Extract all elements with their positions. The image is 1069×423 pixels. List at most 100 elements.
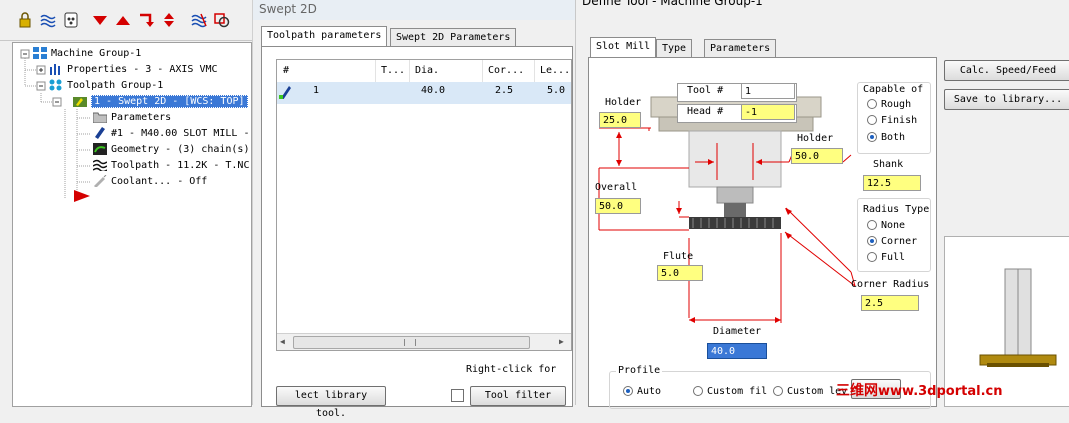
tool-row-icon <box>279 85 291 102</box>
corner-radius-field[interactable]: 2.5 <box>861 295 919 311</box>
wave-icon[interactable] <box>39 11 57 29</box>
tree-item-geometry[interactable]: Geometry - (3) chain(s) <box>93 142 249 157</box>
tool-filter-checkbox[interactable] <box>451 389 464 402</box>
tab-parameters[interactable]: Parameters <box>704 39 777 58</box>
tree-item-label: Toolpath - 11.2K - T.NC <box>111 160 250 171</box>
capable-finish-radio[interactable]: Finish <box>867 115 917 127</box>
radius-corner-radio[interactable]: Corner <box>867 236 917 248</box>
capable-rough-radio[interactable]: Rough <box>867 99 911 111</box>
scroll-right-icon[interactable]: ▶ <box>559 337 564 346</box>
radio-label: Finish <box>881 115 918 126</box>
holder-diameter-field[interactable]: 50.0 <box>791 148 843 164</box>
tree-item-tool[interactable]: #1 - M40.00 SLOT MILL - <box>93 126 249 141</box>
radio-label: Full <box>881 252 906 263</box>
tool-number-field[interactable]: 1 <box>741 83 795 99</box>
column-header-type[interactable]: T... <box>375 60 410 82</box>
tree-item-label: Parameters <box>111 112 172 123</box>
machine-group-icon <box>33 47 47 59</box>
tree-item-parameters[interactable]: Parameters <box>92 110 172 125</box>
tool-preview <box>944 236 1069 407</box>
lock-icon[interactable] <box>16 11 34 29</box>
tab-slot-mill[interactable]: Slot Mill <box>590 37 657 58</box>
column-header-length[interactable]: Le... <box>534 60 571 82</box>
column-header-diameter[interactable]: Dia. <box>409 60 483 82</box>
tab-swept-2d-parameters[interactable]: Swept 2D Parameters <box>390 28 517 47</box>
radio-label: Corner <box>881 236 918 247</box>
tree-item-machine-group[interactable]: Machine Group-1 <box>33 46 141 61</box>
overall-length-label: Overall <box>595 182 638 193</box>
tree-item-label: Geometry - (3) chain(s) <box>111 144 250 155</box>
calc-speed-feed-button[interactable]: Calc. Speed/Feed <box>944 60 1069 81</box>
shape-icon[interactable] <box>213 11 231 29</box>
select-library-tool-button[interactable]: lect library tool. <box>276 386 386 419</box>
tree-item-toolpath-group[interactable]: Toolpath Group-1 <box>49 78 163 93</box>
radio-icon <box>693 386 703 396</box>
triangle-down-icon[interactable] <box>91 11 109 29</box>
flute-length-field[interactable]: 5.0 <box>657 265 703 281</box>
wave-select-icon[interactable] <box>190 11 208 29</box>
tree-item-coolant[interactable]: Coolant... - Off <box>93 174 207 189</box>
tree-item-label: 1 - Swept 2D - [WCS: TOP] <box>91 95 248 108</box>
column-header-number[interactable]: # <box>277 60 376 82</box>
swept-2d-dialog: Swept 2D Toolpath parameters Swept 2D Pa… <box>252 0 581 419</box>
head-number-label: Head # <box>687 106 724 117</box>
tab-type[interactable]: Type <box>656 39 693 58</box>
table-cell: 40.0 <box>421 85 446 96</box>
holder-length-field[interactable]: 25.0 <box>599 112 641 128</box>
corner-radius-label: Corner Radius <box>851 279 930 290</box>
radius-full-radio[interactable]: Full <box>867 252 905 264</box>
flute-length-label: Flute <box>663 251 694 262</box>
save-to-library-button[interactable]: Save to library... <box>944 89 1069 110</box>
radio-selected-icon <box>867 132 877 142</box>
horizontal-scrollbar[interactable]: ◀ ▶ <box>277 333 571 350</box>
grip-icon <box>404 339 416 346</box>
table-cell: 1 <box>313 85 320 96</box>
shank-diameter-label: Shank <box>873 159 904 170</box>
geometry-icon <box>93 143 107 155</box>
right-click-hint: Right-click for <box>466 364 557 375</box>
tree-item-properties[interactable]: Properties - 3 - AXIS VMC <box>49 62 218 77</box>
column-header-corner[interactable]: Cor... <box>482 60 535 82</box>
overall-length-field[interactable]: 50.0 <box>595 198 641 214</box>
insert-arrow-icon[interactable] <box>73 189 91 206</box>
holder-length-label: Holder <box>605 97 642 108</box>
tree-item-label: #1 - M40.00 SLOT MILL - <box>111 128 250 139</box>
toolpath-icon <box>92 159 108 173</box>
tool-filter-button[interactable]: Tool filter <box>470 386 566 406</box>
triangle-up-icon[interactable] <box>114 11 132 29</box>
ghost-icon[interactable] <box>62 11 80 29</box>
profile-auto-radio[interactable]: Auto <box>623 386 661 398</box>
table-cell: 5.0 <box>547 85 566 96</box>
operation-folder-icon <box>73 95 87 107</box>
tree-item-toolpath[interactable]: Toolpath - 11.2K - T.NC <box>92 158 250 173</box>
shank-diameter-field[interactable]: 12.5 <box>863 175 921 191</box>
head-number-field[interactable]: -1 <box>741 104 795 120</box>
tool-list-table[interactable]: # T... Dia. Cor... Le... 1 40.0 2.5 5.0 … <box>276 59 572 351</box>
tree-item-operation-selected[interactable]: 1 - Swept 2D - [WCS: TOP] <box>73 94 248 109</box>
operations-tree[interactable]: Machine Group-1 Properties - 3 - AXIS VM… <box>12 42 252 407</box>
coolant-icon <box>93 174 107 188</box>
scroll-left-icon[interactable]: ◀ <box>280 337 285 346</box>
table-cell: 2.5 <box>495 85 514 96</box>
holder-diameter-label: Holder <box>797 133 834 144</box>
profile-custom-fil-radio[interactable]: Custom fil <box>693 386 767 398</box>
radius-type-title: Radius Type <box>863 204 930 215</box>
scroll-thumb[interactable] <box>293 336 530 349</box>
properties-icon <box>49 63 63 75</box>
tree-item-label: Toolpath Group-1 <box>67 80 164 91</box>
slot-mill-page: Tool # 1 Head # -1 Holder 25.0 Holder 50… <box>588 57 937 409</box>
tool-preview-image <box>979 268 1057 367</box>
diameter-label: Diameter <box>713 326 762 337</box>
table-row[interactable]: 1 40.0 2.5 5.0 <box>277 82 571 104</box>
radio-selected-icon <box>623 386 633 396</box>
tool-number-label: Tool # <box>687 85 724 96</box>
return-arrow-icon[interactable] <box>137 11 155 29</box>
radius-none-radio[interactable]: None <box>867 220 905 232</box>
capable-of-title: Capable of <box>863 84 924 95</box>
diameter-field[interactable]: 40.0 <box>707 343 767 359</box>
tab-toolpath-parameters[interactable]: Toolpath parameters <box>261 26 388 47</box>
capable-both-radio[interactable]: Both <box>867 132 905 144</box>
radio-selected-icon <box>867 236 877 246</box>
up-down-icon[interactable] <box>160 11 178 29</box>
window-title: Define Tool - Machine Group-1 <box>582 0 763 8</box>
